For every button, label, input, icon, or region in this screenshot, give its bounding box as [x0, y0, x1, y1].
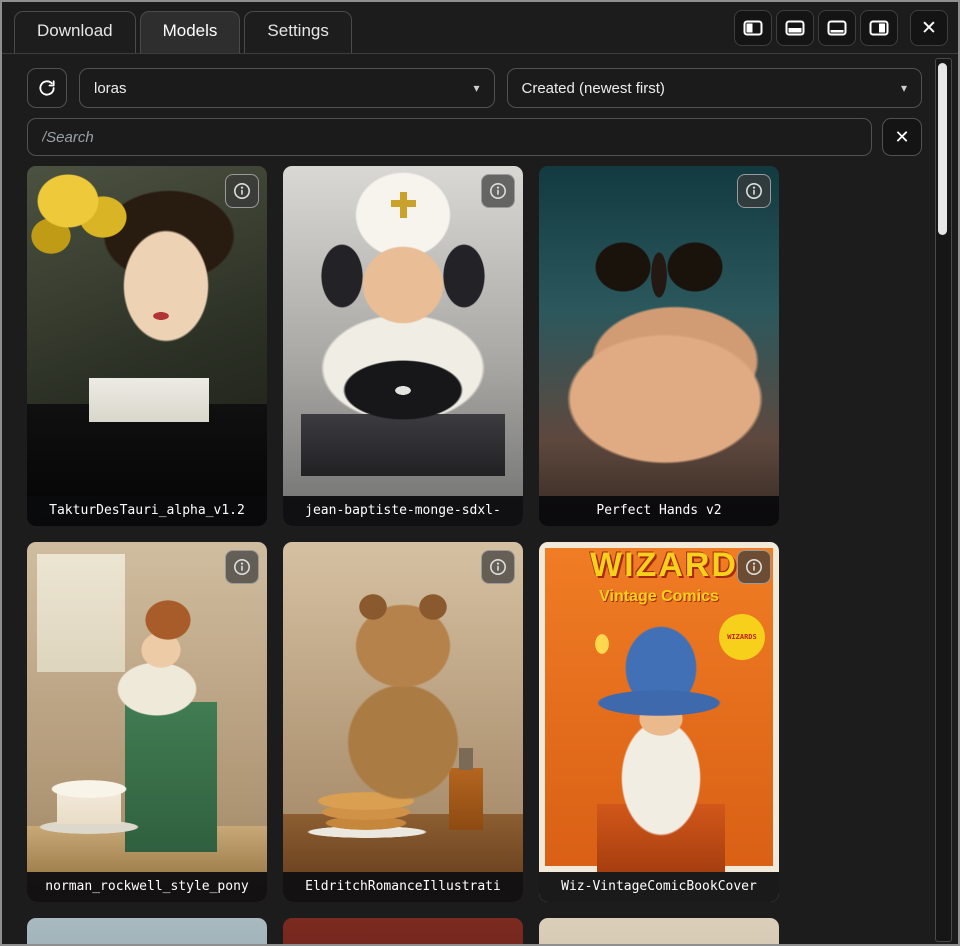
- card-thumbnail[interactable]: [27, 542, 267, 902]
- tab-models[interactable]: Models: [140, 11, 241, 53]
- app-window: Download Models Settings ✕: [0, 0, 960, 946]
- chevron-down-icon: ▾: [901, 81, 907, 95]
- search-input[interactable]: [27, 118, 872, 156]
- controls-row: loras ▾ Created (newest first) ▾: [27, 68, 922, 108]
- info-button[interactable]: [481, 174, 515, 208]
- info-button[interactable]: [737, 174, 771, 208]
- card-label: Perfect Hands v2: [539, 496, 779, 526]
- dock-left-icon: [743, 20, 763, 36]
- clear-search-button[interactable]: ✕: [882, 118, 922, 156]
- info-icon: [489, 182, 507, 200]
- card-label: jean-baptiste-monge-sdxl-: [283, 496, 523, 526]
- model-card-partial[interactable]: [539, 918, 779, 946]
- models-panel: loras ▾ Created (newest first) ▾ ✕ Taktu…: [2, 54, 958, 946]
- card-thumbnail[interactable]: [539, 918, 779, 946]
- window-button-group: ✕: [734, 10, 948, 53]
- model-grid: TakturDesTauri_alpha_v1.2 jean-baptiste-…: [27, 166, 922, 946]
- info-button[interactable]: [225, 174, 259, 208]
- card-thumbnail[interactable]: [283, 918, 523, 946]
- card-thumbnail[interactable]: [283, 542, 523, 902]
- info-icon: [745, 558, 763, 576]
- comic-cover-subtitle: Vintage Comics: [539, 588, 779, 606]
- dock-bottom-button[interactable]: [776, 10, 814, 46]
- info-button[interactable]: [225, 550, 259, 584]
- dock-bottom-icon: [785, 20, 805, 36]
- model-type-value: loras: [94, 80, 127, 97]
- card-label: Wiz-VintageComicBookCover: [539, 872, 779, 902]
- model-card-partial[interactable]: [283, 918, 523, 946]
- card-label: EldritchRomanceIllustrati: [283, 872, 523, 902]
- info-icon: [489, 558, 507, 576]
- model-card[interactable]: TakturDesTauri_alpha_v1.2: [27, 166, 267, 526]
- model-card[interactable]: norman_rockwell_style_pony: [27, 542, 267, 902]
- comic-cover-badge: WIZARDS: [719, 614, 765, 660]
- info-button[interactable]: [481, 550, 515, 584]
- sort-select[interactable]: Created (newest first) ▾: [507, 68, 923, 108]
- dock-bottom-expand-icon: [827, 20, 847, 36]
- dock-bottom-expand-button[interactable]: [818, 10, 856, 46]
- scrollbar-thumb[interactable]: [938, 63, 947, 235]
- info-icon: [745, 182, 763, 200]
- info-button[interactable]: [737, 550, 771, 584]
- info-icon: [233, 558, 251, 576]
- model-card[interactable]: EldritchRomanceIllustrati: [283, 542, 523, 902]
- info-icon: [233, 182, 251, 200]
- model-card[interactable]: Perfect Hands v2: [539, 166, 779, 526]
- scrollbar[interactable]: [935, 58, 952, 942]
- tab-settings[interactable]: Settings: [244, 11, 351, 53]
- card-thumbnail[interactable]: [27, 918, 267, 946]
- model-type-select[interactable]: loras ▾: [79, 68, 495, 108]
- dock-right-icon: [869, 20, 889, 36]
- refresh-button[interactable]: [27, 68, 67, 108]
- dock-right-button[interactable]: [860, 10, 898, 46]
- model-card[interactable]: WIZARD Vintage Comics WIZARDS Wiz-Vintag…: [539, 542, 779, 902]
- card-thumbnail[interactable]: [539, 166, 779, 526]
- close-button[interactable]: ✕: [910, 10, 948, 46]
- chevron-down-icon: ▾: [473, 81, 479, 95]
- tab-bar: Download Models Settings ✕: [2, 2, 958, 54]
- card-label: norman_rockwell_style_pony: [27, 872, 267, 902]
- tab-download[interactable]: Download: [14, 11, 136, 53]
- card-thumbnail[interactable]: WIZARD Vintage Comics WIZARDS: [539, 542, 779, 902]
- model-card-partial[interactable]: [27, 918, 267, 946]
- search-row: ✕: [27, 118, 922, 156]
- tab-group: Download Models Settings: [14, 11, 352, 53]
- card-thumbnail[interactable]: [283, 166, 523, 526]
- card-label: TakturDesTauri_alpha_v1.2: [27, 496, 267, 526]
- model-card[interactable]: jean-baptiste-monge-sdxl-: [283, 166, 523, 526]
- dock-left-button[interactable]: [734, 10, 772, 46]
- refresh-icon: [37, 78, 57, 98]
- card-thumbnail[interactable]: [27, 166, 267, 526]
- sort-value: Created (newest first): [522, 80, 665, 97]
